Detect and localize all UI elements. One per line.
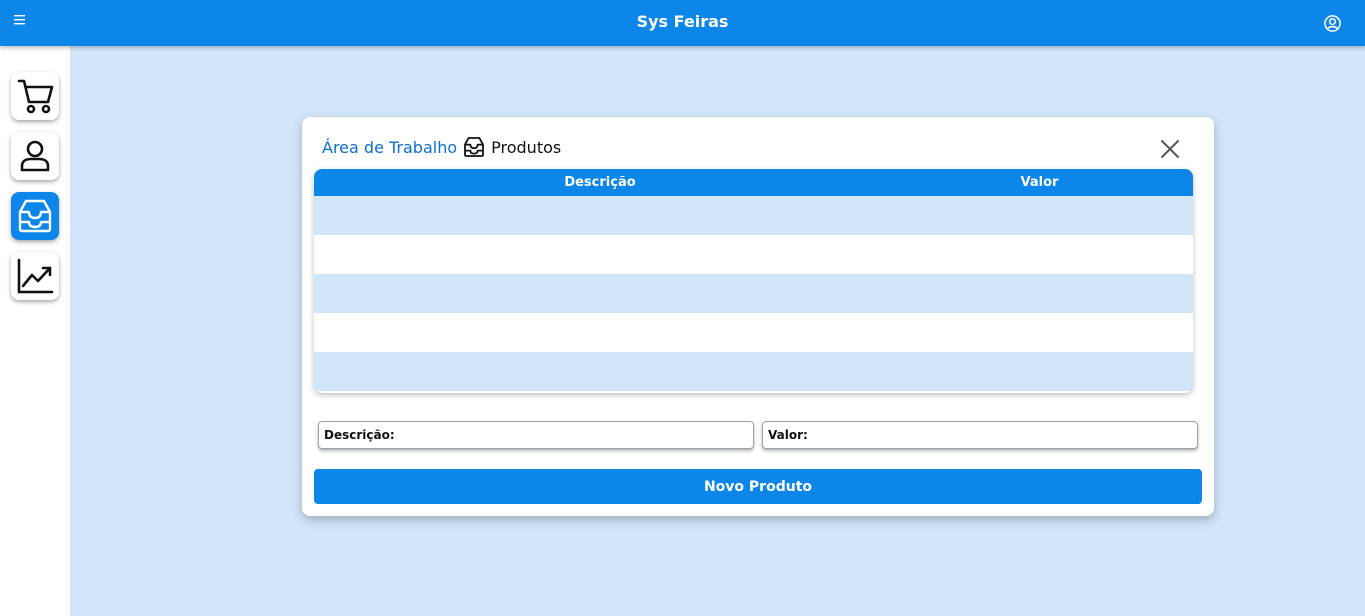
column-header-valor[interactable]: Valor bbox=[886, 175, 1193, 190]
sidebar-item-sales[interactable] bbox=[11, 72, 59, 120]
chart-trend-icon bbox=[17, 258, 54, 294]
breadcrumb-current: Produtos bbox=[491, 137, 562, 157]
inbox-tray-icon bbox=[464, 137, 485, 157]
user-icon bbox=[20, 140, 50, 172]
breadcrumb-workspace-link[interactable]: Área de Trabalho bbox=[322, 138, 457, 157]
descricao-label: Descrição: bbox=[324, 428, 395, 442]
new-product-button[interactable]: Novo Produto bbox=[314, 469, 1202, 504]
close-dialog-button[interactable] bbox=[1160, 139, 1180, 159]
close-icon bbox=[1161, 140, 1179, 158]
breadcrumb-products-icon bbox=[462, 135, 486, 159]
hamburger-icon bbox=[14, 15, 25, 25]
descricao-field[interactable]: Descrição: bbox=[318, 421, 754, 449]
table-row[interactable] bbox=[314, 352, 1193, 391]
column-header-descricao[interactable]: Descrição bbox=[314, 175, 886, 190]
sidebar bbox=[0, 46, 70, 616]
user-account-button[interactable] bbox=[1323, 14, 1342, 33]
app-title: Sys Feiras bbox=[636, 12, 729, 31]
valor-label: Valor: bbox=[768, 428, 808, 442]
breadcrumb: Área de Trabalho Produtos bbox=[322, 135, 561, 159]
descricao-input[interactable] bbox=[398, 428, 753, 442]
sidebar-item-reports[interactable] bbox=[11, 252, 59, 300]
user-circle-icon bbox=[1324, 15, 1341, 32]
table-row[interactable] bbox=[314, 196, 1193, 235]
products-table: Descrição Valor bbox=[314, 169, 1193, 393]
menu-button[interactable] bbox=[12, 12, 30, 30]
table-row[interactable] bbox=[314, 235, 1193, 274]
products-dialog: Área de Trabalho Produtos Descrição Valo… bbox=[302, 117, 1214, 516]
valor-field[interactable]: Valor: bbox=[762, 421, 1198, 449]
table-header: Descrição Valor bbox=[314, 169, 1193, 196]
valor-input[interactable] bbox=[811, 428, 1197, 442]
sidebar-item-clients[interactable] bbox=[11, 132, 59, 180]
sidebar-item-products[interactable] bbox=[11, 192, 59, 240]
inbox-tray-icon bbox=[18, 199, 52, 233]
table-row[interactable] bbox=[314, 274, 1193, 313]
top-app-bar: Sys Feiras bbox=[0, 0, 1365, 46]
table-row[interactable] bbox=[314, 313, 1193, 352]
cart-icon bbox=[17, 79, 54, 114]
